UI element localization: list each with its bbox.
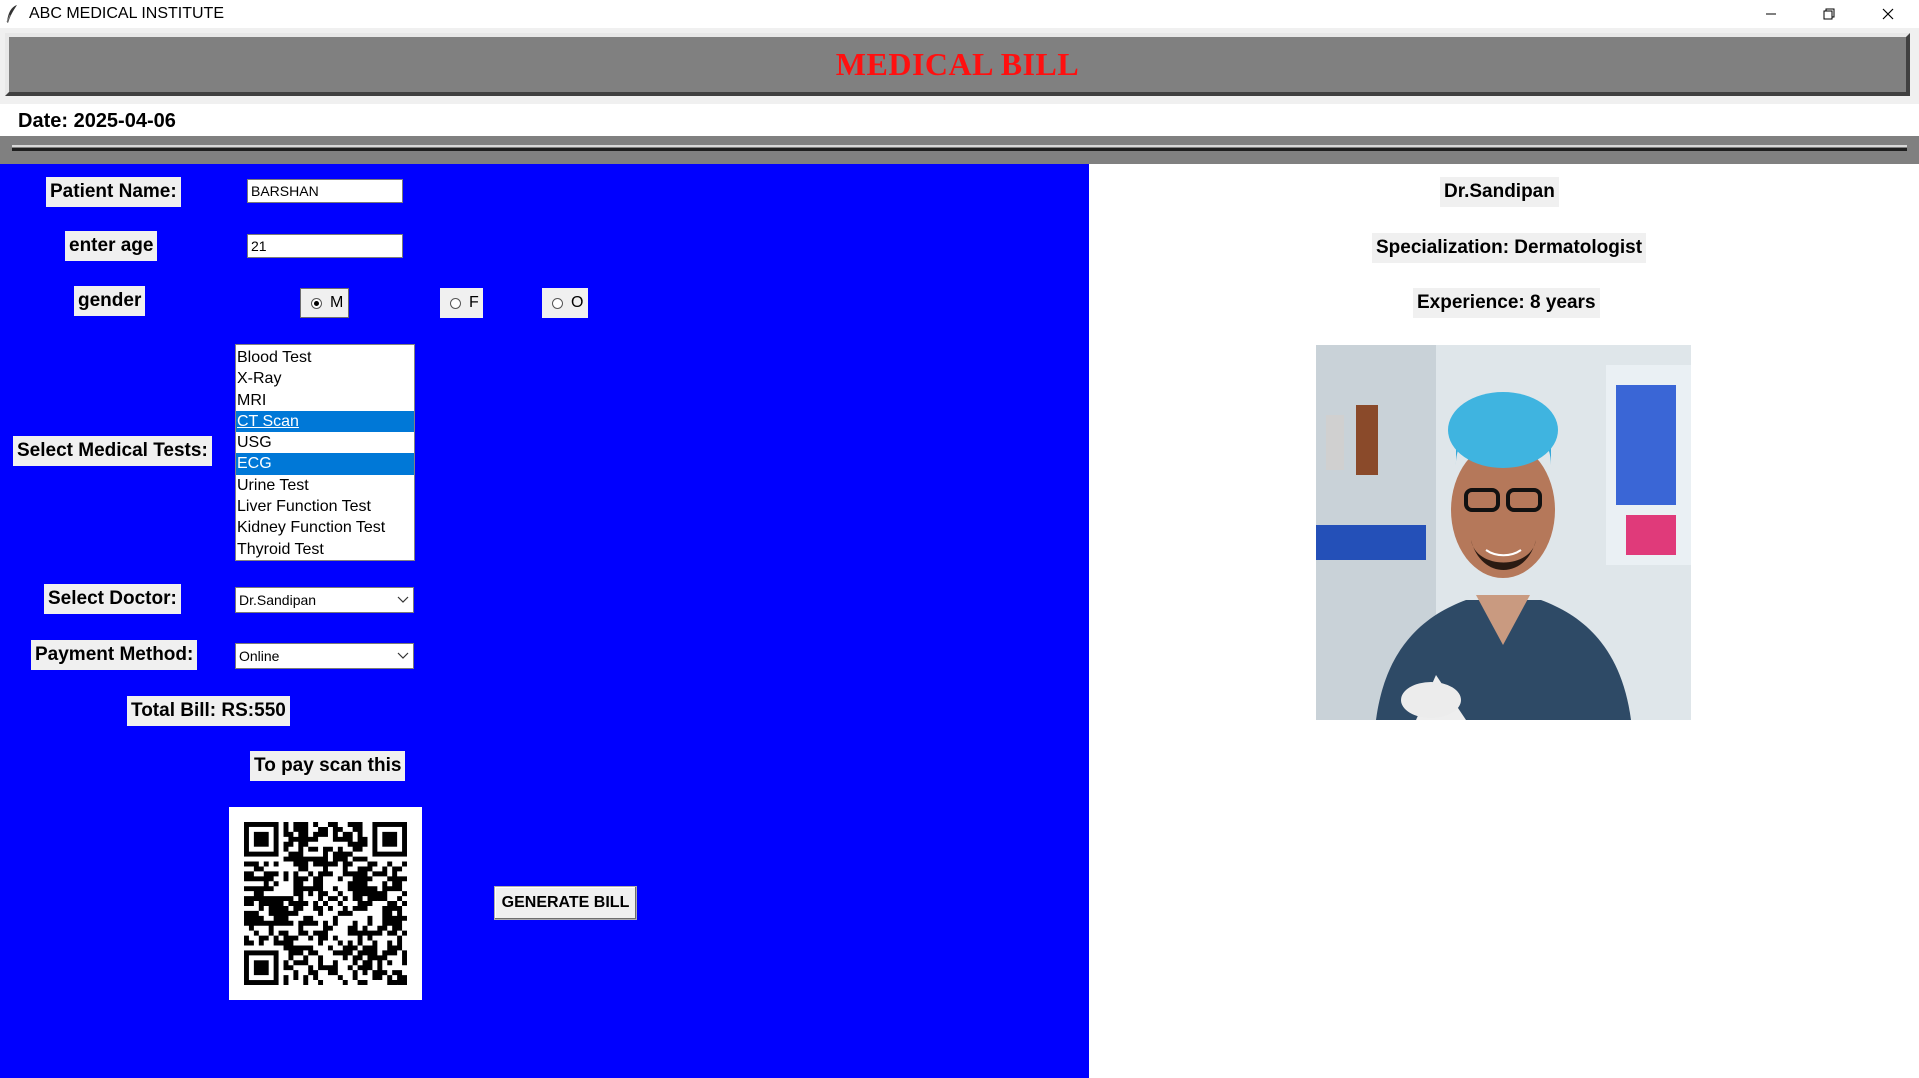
close-icon <box>1882 8 1894 20</box>
window-titlebar: ABC MEDICAL INSTITUTE <box>0 0 1919 28</box>
tests-listbox[interactable]: Blood Test X-Ray MRI CT Scan USG ECG Uri… <box>235 344 415 561</box>
gender-option-f: F <box>469 294 479 311</box>
close-button[interactable] <box>1861 0 1915 28</box>
list-item[interactable]: Thyroid Test <box>236 539 414 560</box>
header-banner: MEDICAL BILL <box>5 33 1910 96</box>
doctor-experience: Experience: 8 years <box>1413 288 1600 318</box>
total-bill-label: Total Bill: RS:550 <box>127 696 290 726</box>
doctor-select-value: Dr.Sandipan <box>239 592 317 608</box>
minimize-icon <box>1766 13 1776 15</box>
gender-label: gender <box>74 286 146 316</box>
list-item[interactable]: MRI <box>236 390 414 411</box>
date-label: Date: 2025-04-06 <box>16 110 178 133</box>
patient-name-input[interactable]: BARSHAN <box>247 179 403 203</box>
payment-select[interactable]: Online <box>235 643 414 669</box>
doctor-label: Select Doctor: <box>44 584 181 614</box>
age-label: enter age <box>65 231 158 261</box>
page-title: MEDICAL BILL <box>835 46 1080 82</box>
list-item[interactable]: Liver Function Test <box>236 496 414 517</box>
gender-option-m: M <box>330 294 344 311</box>
age-input[interactable]: 21 <box>247 234 403 258</box>
feather-icon <box>5 4 19 24</box>
generate-bill-button[interactable]: GENERATE BILL <box>494 886 637 920</box>
gender-option-o: O <box>571 294 584 311</box>
restore-button[interactable] <box>1802 0 1856 28</box>
list-item[interactable]: Urine Test <box>236 475 414 496</box>
window-title: ABC MEDICAL INSTITUTE <box>29 5 224 22</box>
list-item[interactable]: X-Ray <box>236 368 414 389</box>
separator-line <box>12 145 1907 147</box>
radio-selected-icon <box>311 297 322 309</box>
gender-radio-m[interactable]: M <box>300 288 349 318</box>
qr-code-icon <box>244 822 407 985</box>
list-item[interactable]: Blood Test <box>236 347 414 368</box>
doctor-photo <box>1316 345 1691 720</box>
payment-qr-code <box>229 807 422 1000</box>
restore-icon <box>1823 8 1835 20</box>
tests-label: Select Medical Tests: <box>13 436 212 466</box>
pay-hint-label: To pay scan this <box>250 751 406 781</box>
minimize-button[interactable] <box>1744 0 1798 28</box>
doctor-name: Dr.Sandipan <box>1440 177 1559 207</box>
patient-name-label: Patient Name: <box>46 177 181 207</box>
separator-line-dark <box>12 148 1907 151</box>
payment-label: Payment Method: <box>31 640 198 670</box>
list-item-selected[interactable]: CT Scan <box>236 410 414 433</box>
radio-empty-icon <box>450 297 461 309</box>
gender-radio-o[interactable]: O <box>542 288 588 318</box>
doctor-specialization: Specialization: Dermatologist <box>1372 233 1647 263</box>
date-strip <box>0 104 1919 136</box>
radio-empty-icon <box>552 297 563 309</box>
list-item[interactable]: USG <box>236 432 414 453</box>
payment-select-value: Online <box>239 648 280 664</box>
list-item[interactable]: Kidney Function Test <box>236 517 414 538</box>
gender-radio-f[interactable]: F <box>440 288 483 318</box>
chevron-down-icon <box>397 652 409 659</box>
list-item-selected[interactable]: ECG <box>236 453 414 475</box>
chevron-down-icon <box>397 596 409 603</box>
doctor-select[interactable]: Dr.Sandipan <box>235 587 414 613</box>
